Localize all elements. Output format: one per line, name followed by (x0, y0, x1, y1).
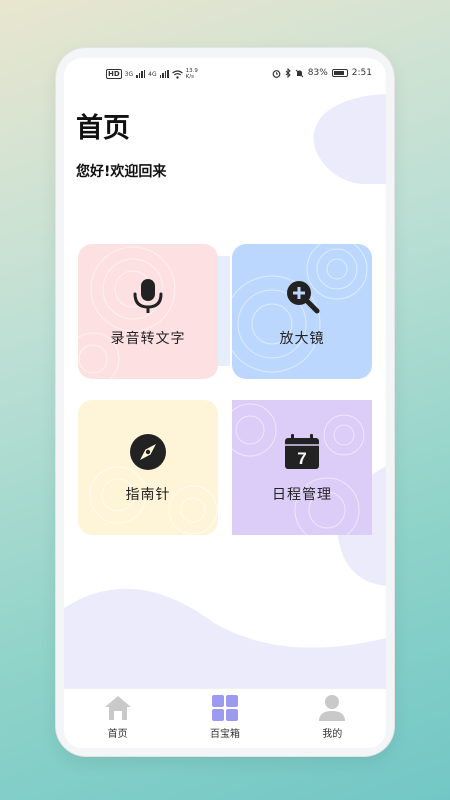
decor-blob-top (313, 94, 386, 184)
tab-mine[interactable]: 我的 (279, 689, 386, 748)
feature-card-speech-to-text[interactable]: 录音转文字 (78, 244, 218, 379)
feature-label: 录音转文字 (110, 330, 186, 347)
bottom-tab-bar: 首页 百宝箱 我的 (64, 688, 386, 748)
grid-icon (211, 695, 238, 721)
compass-icon (130, 433, 166, 470)
tab-home[interactable]: 首页 (64, 689, 171, 748)
calendar-icon: 7 (285, 433, 319, 469)
bluetooth-icon (285, 68, 291, 78)
decor-wave-bottom (64, 588, 386, 690)
feature-card-magnifier[interactable]: 放大镜 (232, 244, 372, 379)
status-left: HD 3G 4G 13.9 K/s (106, 68, 198, 80)
tab-label: 百宝箱 (209, 729, 240, 740)
status-bar: HD 3G 4G 13.9 K/s 83% 2:51 (64, 58, 386, 90)
feature-label: 指南针 (125, 486, 171, 503)
clock: 2:51 (351, 68, 372, 78)
microphone-icon (133, 278, 163, 313)
mute-icon (295, 69, 304, 77)
signal-icon-2 (159, 70, 169, 78)
feature-label: 放大镜 (279, 330, 325, 347)
feature-label: 日程管理 (272, 486, 332, 503)
greeting-text: 您好!欢迎回来 (76, 164, 167, 180)
page-title: 首页 (76, 113, 130, 144)
home-icon (104, 696, 131, 720)
tab-toolbox[interactable]: 百宝箱 (171, 689, 278, 748)
net-speed: 13.9 K/s (186, 68, 198, 80)
alarm-icon (272, 69, 281, 78)
battery-percent: 83% (307, 68, 328, 78)
battery-icon (331, 69, 348, 77)
wifi-icon (171, 69, 183, 79)
magnifier-plus-icon (287, 280, 320, 313)
tab-label: 我的 (322, 729, 343, 740)
feature-card-compass[interactable]: 指南针 (78, 400, 218, 535)
feature-card-schedule[interactable]: 7 日程管理 (232, 400, 372, 535)
user-icon (319, 695, 346, 721)
signal-icon (136, 70, 146, 78)
app-screen: HD 3G 4G 13.9 K/s 83% 2:51 首页 您好!欢迎回来 录音… (64, 58, 386, 748)
tab-label: 首页 (107, 729, 128, 740)
network-type-2: 4G (148, 70, 157, 78)
calendar-day: 7 (297, 449, 306, 468)
status-right: 83% 2:51 (272, 68, 372, 78)
net-speed-unit: K/s (185, 74, 194, 80)
hd-indicator: HD (106, 69, 122, 79)
network-type-1: 3G (124, 70, 134, 78)
